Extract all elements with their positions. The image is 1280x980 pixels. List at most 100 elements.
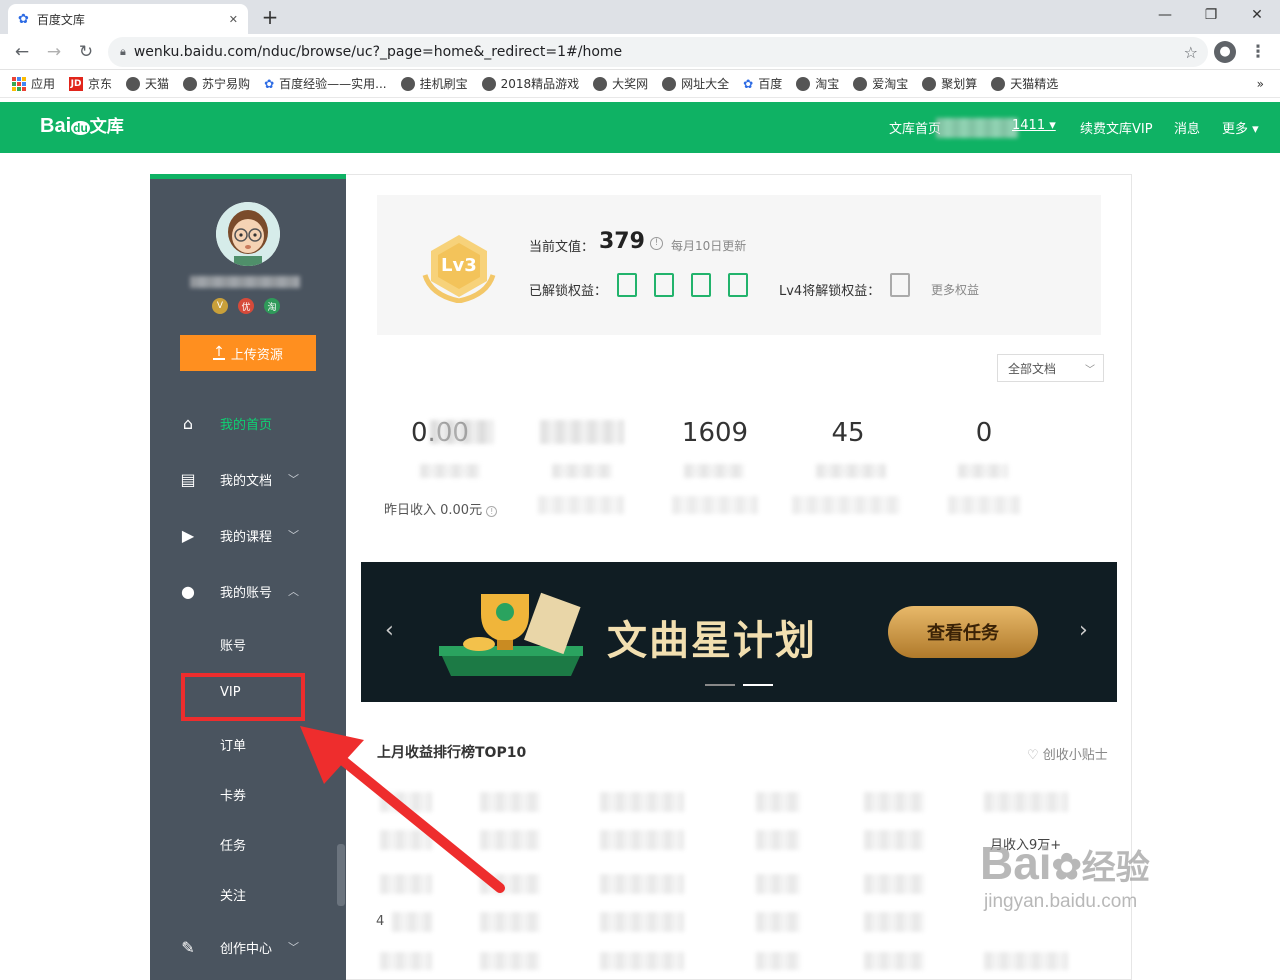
stat-downloads-value: 45 (831, 418, 865, 448)
blurred-mask (430, 420, 494, 444)
tab-close-icon[interactable]: ✕ (229, 13, 238, 26)
browser-tab[interactable]: ✿ 百度文库 ✕ (8, 4, 248, 34)
baidu-paw-icon: ✿ (743, 76, 754, 91)
jd-icon: JD (69, 76, 84, 91)
video-camera-icon: ▶ (181, 525, 195, 545)
bookmark-games[interactable]: 2018精品游戏 (481, 75, 579, 92)
menu-dots-icon[interactable]: ⋮ (1246, 40, 1270, 64)
globe-icon (796, 76, 811, 91)
table-row (756, 830, 800, 850)
sidebar-item-home[interactable]: ⌂ 我的首页 (150, 403, 346, 443)
sidebar-item-documents[interactable]: ▤ 我的文档 ﹀ (150, 459, 346, 499)
globe-icon (481, 76, 496, 91)
sidebar-item-courses[interactable]: ▶ 我的课程 ﹀ (150, 515, 346, 555)
address-bar[interactable]: 🔒︎ wenku.baidu.com/nduc/browse/uc?_page=… (108, 37, 1208, 67)
carousel-dot-active[interactable] (743, 684, 773, 686)
username-blurred (190, 276, 300, 288)
forward-icon[interactable]: → (42, 40, 66, 64)
table-row (864, 874, 924, 894)
chevron-down-icon: ﹀ (288, 529, 300, 542)
submenu-tasks[interactable]: 任务 (220, 835, 246, 854)
banner-prev-icon[interactable]: ‹ (385, 618, 394, 643)
maximize-icon[interactable]: ❐ (1188, 0, 1234, 30)
browser-toolbar: ← → ↻ 🔒︎ wenku.baidu.com/nduc/browse/uc?… (0, 34, 1280, 70)
globe-icon (662, 76, 677, 91)
table-row (600, 830, 684, 850)
more-bookmarks-button[interactable]: » (1257, 77, 1264, 91)
user-icon: ● (181, 581, 195, 601)
bookmark-apps[interactable]: 应用 (12, 75, 55, 92)
banner-next-icon[interactable]: › (1079, 618, 1088, 643)
nav-messages[interactable]: 消息 (1174, 118, 1200, 137)
profile-icon[interactable]: ● (1214, 41, 1236, 63)
avatar[interactable] (216, 202, 280, 266)
more-benefits-link[interactable]: 更多权益 (931, 281, 979, 298)
logo-paw: du (71, 121, 90, 135)
reload-icon[interactable]: ↻ (74, 40, 98, 64)
income-tips-link[interactable]: ♡ 创收小贴士 (1027, 744, 1108, 763)
bookmark-aitaobao[interactable]: 爱淘宝 (853, 75, 908, 92)
table-row (600, 792, 684, 812)
bookmark-guaji[interactable]: 挂机刷宝 (400, 75, 468, 92)
bookmark-jingyan[interactable]: ✿ 百度经验——实用... (264, 75, 387, 92)
promo-banner[interactable]: ‹ 文曲星计划 查看任务 › (361, 562, 1117, 702)
bookmark-dajiang[interactable]: 大奖网 (593, 75, 648, 92)
submenu-follow[interactable]: 关注 (220, 885, 246, 904)
globe-icon (126, 76, 141, 91)
bookmark-tmall[interactable]: 天猫 (126, 75, 169, 92)
table-row (600, 874, 684, 894)
nav-wenku-home[interactable]: 文库首页 (889, 118, 941, 137)
carousel-dot[interactable] (705, 684, 735, 686)
bookmark-baidu[interactable]: ✿ 百度 (743, 75, 782, 92)
bookmark-jd[interactable]: JD 京东 (69, 75, 112, 92)
sidebar-item-account[interactable]: ● 我的账号 ︿ (150, 571, 346, 611)
vip-badge-icon: V (212, 298, 228, 314)
banner-title: 文曲星计划 (607, 618, 817, 664)
stat-other: 0 (960, 418, 1008, 448)
minimize-icon[interactable]: — (1142, 0, 1188, 30)
bookmarks-bar: 应用 JD 京东 天猫 苏宁易购 ✿ 百度经验——实用... 挂机刷宝 2018精品… (0, 70, 1280, 98)
table-row (864, 912, 924, 932)
value-number: 379 (599, 229, 645, 254)
window-close-icon[interactable]: ✕ (1234, 0, 1280, 30)
upload-button[interactable]: ↑ 上传资源 (180, 335, 316, 371)
nav-more[interactable]: 更多 ▾ (1222, 118, 1259, 137)
table-row (380, 952, 432, 970)
document-filter-select[interactable]: 全部文档 ﹀ (997, 354, 1104, 382)
nav-renew-vip[interactable]: 续费文库VIP (1080, 118, 1153, 137)
submenu-orders[interactable]: 订单 (220, 735, 246, 754)
benefit-coupon-icon[interactable] (691, 273, 711, 297)
view-tasks-button[interactable]: 查看任务 (888, 606, 1038, 658)
table-row (864, 792, 924, 812)
locked-benefit-icon[interactable] (890, 273, 910, 297)
table-row (480, 912, 540, 932)
submenu-account[interactable]: 账号 (220, 635, 246, 654)
watermark-text: 经验 (1081, 849, 1150, 887)
info-icon[interactable]: ! (650, 237, 663, 250)
submenu-coupons[interactable]: 卡券 (220, 785, 246, 804)
stat-sub-blurred (672, 496, 758, 514)
wenku-logo[interactable]: Bai du 文库 (40, 112, 124, 138)
yesterday-income: 昨日收入 0.00元 ! (384, 499, 498, 518)
new-tab-button[interactable]: + (258, 6, 282, 28)
bookmark-taobao[interactable]: 淘宝 (796, 75, 839, 92)
baidu-paw-icon: ✿ (264, 76, 275, 91)
bookmark-tmall-select[interactable]: 天猫精选 (991, 75, 1058, 92)
user-menu[interactable]: 1411 ▾ (1012, 118, 1056, 133)
back-icon[interactable]: ← (10, 40, 34, 64)
stat-other-value: 0 (975, 418, 993, 448)
stat-views: 1609 (670, 418, 760, 448)
sidebar-item-creation[interactable]: ✎ 创作中心 ﹀ (150, 927, 346, 967)
bookmark-star-icon[interactable]: ☆ (1184, 43, 1198, 62)
benefit-copyright-icon[interactable] (728, 273, 748, 297)
benefit-doc-icon[interactable] (617, 273, 637, 297)
chevron-down-icon: ﹀ (288, 473, 300, 486)
bookmark-hao[interactable]: 网址大全 (662, 75, 729, 92)
stat-label-blurred (958, 464, 1008, 478)
watermark: Bai✿经验 jingyan.baidu.com (980, 837, 1150, 912)
chevron-down-icon: ﹀ (288, 941, 300, 954)
benefit-ad-icon[interactable] (654, 273, 674, 297)
bookmark-suning[interactable]: 苏宁易购 (183, 75, 250, 92)
info-icon[interactable]: ! (486, 506, 498, 517)
bookmark-juhuasuan[interactable]: 聚划算 (922, 75, 977, 92)
